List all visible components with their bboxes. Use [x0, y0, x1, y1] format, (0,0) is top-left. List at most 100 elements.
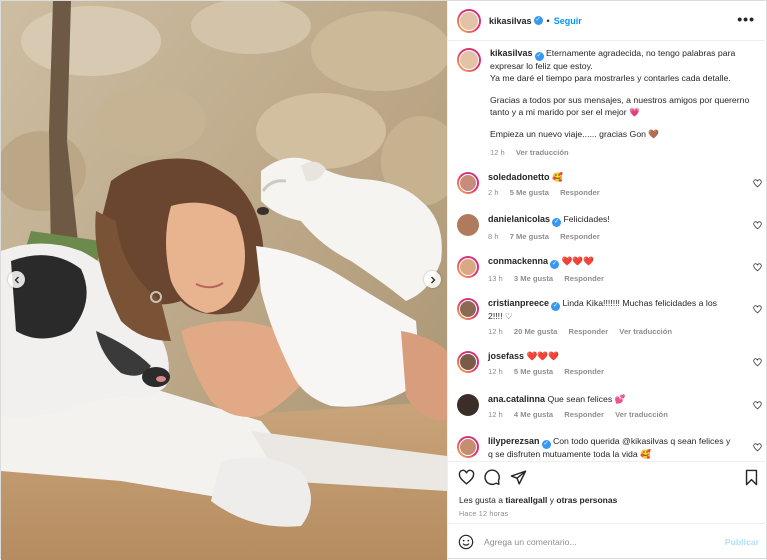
commenter-username[interactable]: danielanicolas	[488, 214, 550, 224]
verified-badge-icon: ✓	[533, 16, 543, 25]
comment-time: 13 h	[488, 274, 503, 283]
smiley-icon[interactable]	[458, 534, 474, 550]
reply-button[interactable]: Responder	[569, 327, 609, 336]
heart-icon[interactable]	[753, 443, 762, 452]
reply-button[interactable]: Responder	[564, 274, 604, 283]
separator-dot: •	[546, 15, 550, 26]
heart-icon[interactable]	[753, 263, 762, 272]
comment-text: Felicidades!	[563, 214, 610, 224]
comment-likes[interactable]: 3 Me gusta	[514, 274, 553, 283]
likes-user[interactable]: tiareallgall	[505, 495, 547, 505]
comment-likes[interactable]: 20 Me gusta	[514, 327, 557, 336]
publish-button[interactable]: Publicar	[725, 537, 759, 547]
comment-meta: 12 h 20 Me gusta Responder Ver traducció…	[488, 326, 733, 337]
commenter-username[interactable]: lilyperezsan	[488, 436, 540, 446]
comment-likes[interactable]: 5 Me gusta	[514, 367, 553, 376]
caption-line: Gracias a todos por sus mensajes, a nues…	[490, 95, 750, 117]
caption-meta: 12 h Ver traducción	[490, 147, 757, 159]
bookmark-icon[interactable]	[743, 469, 760, 486]
likes-summary[interactable]: Les gusta a tiareallgall y otras persona…	[459, 495, 617, 505]
commenter-avatar[interactable]	[457, 256, 479, 278]
comment-time: 12 h	[488, 410, 503, 419]
comment-text: Que sean felices 💕	[547, 394, 626, 404]
heart-icon[interactable]	[753, 305, 762, 314]
commenter-username[interactable]: cristianpreece	[488, 298, 549, 308]
comment-item: danielanicolas ✓ Felicidades! 8 h 7 Me gu…	[457, 214, 763, 242]
comment-text: ❤️❤️❤️	[561, 256, 594, 266]
post-side-panel: kikasilvas ✓ • Seguir ••• kikasilvas ✓ Et…	[447, 1, 767, 560]
add-comment-input[interactable]	[484, 534, 714, 550]
commenter-avatar[interactable]	[457, 394, 479, 416]
commenter-username[interactable]: ana.catalinna	[488, 394, 545, 404]
caption-username[interactable]: kikasilvas	[490, 48, 533, 58]
comment-item: cristianpreece ✓ Linda Kika!!!!!!! Muchas…	[457, 298, 763, 337]
comment-meta: 13 h 3 Me gusta Responder	[488, 273, 733, 284]
heart-icon[interactable]	[753, 401, 762, 410]
comment-likes[interactable]: 4 Me gusta	[514, 410, 553, 419]
verified-badge-icon: ✓	[552, 218, 562, 227]
comment-time: 12 h	[488, 367, 503, 376]
author-username[interactable]: kikasilvas	[489, 16, 532, 26]
reply-button[interactable]: Responder	[560, 188, 600, 197]
heart-icon[interactable]	[753, 221, 762, 230]
commenter-username[interactable]: soledadonetto	[488, 172, 550, 182]
commenter-avatar[interactable]	[457, 298, 479, 320]
reply-button[interactable]: Responder	[564, 410, 604, 419]
ellipsis-icon[interactable]: •••	[737, 11, 755, 27]
comment-meta: 12 h 4 Me gusta Responder Ver traducción	[488, 409, 733, 420]
heart-icon[interactable]	[753, 358, 762, 367]
caption-avatar[interactable]	[457, 48, 481, 72]
comment-meta: 12 h 5 Me gusta Responder	[488, 366, 733, 377]
comment-text: 🥰	[551, 172, 563, 182]
caption-line: Empieza un nuevo viaje...... gracias Gon…	[490, 129, 660, 139]
comment-time: 12 h	[488, 327, 503, 336]
comment-likes[interactable]: 5 Me gusta	[510, 188, 549, 197]
comment-likes[interactable]: 7 Me gusta	[510, 232, 549, 241]
translate-button[interactable]: Ver traducción	[619, 327, 672, 336]
verified-badge-icon: ✓	[551, 302, 561, 311]
translate-button[interactable]: Ver traducción	[516, 148, 569, 157]
comment-item: conmackenna ✓ ❤️❤️❤️ 13 h 3 Me gusta Resp…	[457, 256, 763, 284]
verified-badge-icon: ✓	[550, 260, 560, 269]
comment-item: lilyperezsan ✓ Con todo querida @kikasilv…	[457, 436, 763, 460]
verified-badge-icon: ✓	[534, 52, 544, 61]
likes-prefix: Les gusta a	[459, 495, 503, 505]
translate-button[interactable]: Ver traducción	[615, 410, 668, 419]
commenter-avatar[interactable]	[457, 214, 479, 236]
commenter-avatar[interactable]	[457, 351, 479, 373]
caption-line: Ya me daré el tiempo para mostrarles y c…	[490, 72, 731, 83]
follow-button[interactable]: Seguir	[554, 16, 582, 26]
comment-time: 8 h	[488, 232, 499, 241]
heart-icon[interactable]	[458, 469, 475, 486]
post-photo	[1, 1, 447, 560]
likes-others[interactable]: otras personas	[556, 495, 617, 505]
heart-icon[interactable]	[753, 179, 762, 188]
caption-line	[490, 118, 757, 129]
previous-photo-button[interactable]	[8, 271, 25, 288]
commenter-username[interactable]: josefass	[488, 351, 524, 361]
post-actions: Les gusta a tiareallgall y otras persona…	[448, 461, 767, 521]
commenter-username[interactable]: conmackenna	[488, 256, 548, 266]
chevron-left-icon	[14, 276, 19, 283]
author-avatar[interactable]	[457, 8, 481, 33]
verified-badge-icon: ✓	[541, 440, 551, 449]
comment-item: soledadonetto 🥰 2 h 5 Me gusta Responder	[457, 172, 763, 198]
comment-item: josefass ❤️❤️❤️ 12 h 5 Me gusta Responde…	[457, 351, 763, 377]
paper-plane-icon[interactable]	[510, 469, 527, 486]
comment-meta: 8 h 7 Me gusta Responder	[488, 231, 733, 242]
next-photo-button[interactable]	[424, 271, 441, 288]
post-modal: kikasilvas ✓ • Seguir ••• kikasilvas ✓ Et…	[0, 0, 767, 560]
reply-button[interactable]: Responder	[560, 232, 600, 241]
comments-section[interactable]: kikasilvas ✓ Eternamente agradecida, no t…	[448, 42, 767, 461]
reply-button[interactable]: Responder	[564, 367, 604, 376]
post-time: Hace 12 horas	[459, 509, 509, 518]
comment-icon[interactable]	[484, 469, 501, 486]
commenter-avatar[interactable]	[457, 436, 479, 458]
commenter-avatar[interactable]	[457, 172, 479, 194]
comment-time: 2 h	[488, 188, 499, 197]
likes-join: y	[549, 495, 555, 505]
chevron-right-icon	[430, 276, 435, 283]
caption-line	[490, 84, 757, 95]
comment-meta: 2 h 5 Me gusta Responder	[488, 187, 733, 198]
comment-text: ❤️❤️❤️	[526, 351, 559, 361]
